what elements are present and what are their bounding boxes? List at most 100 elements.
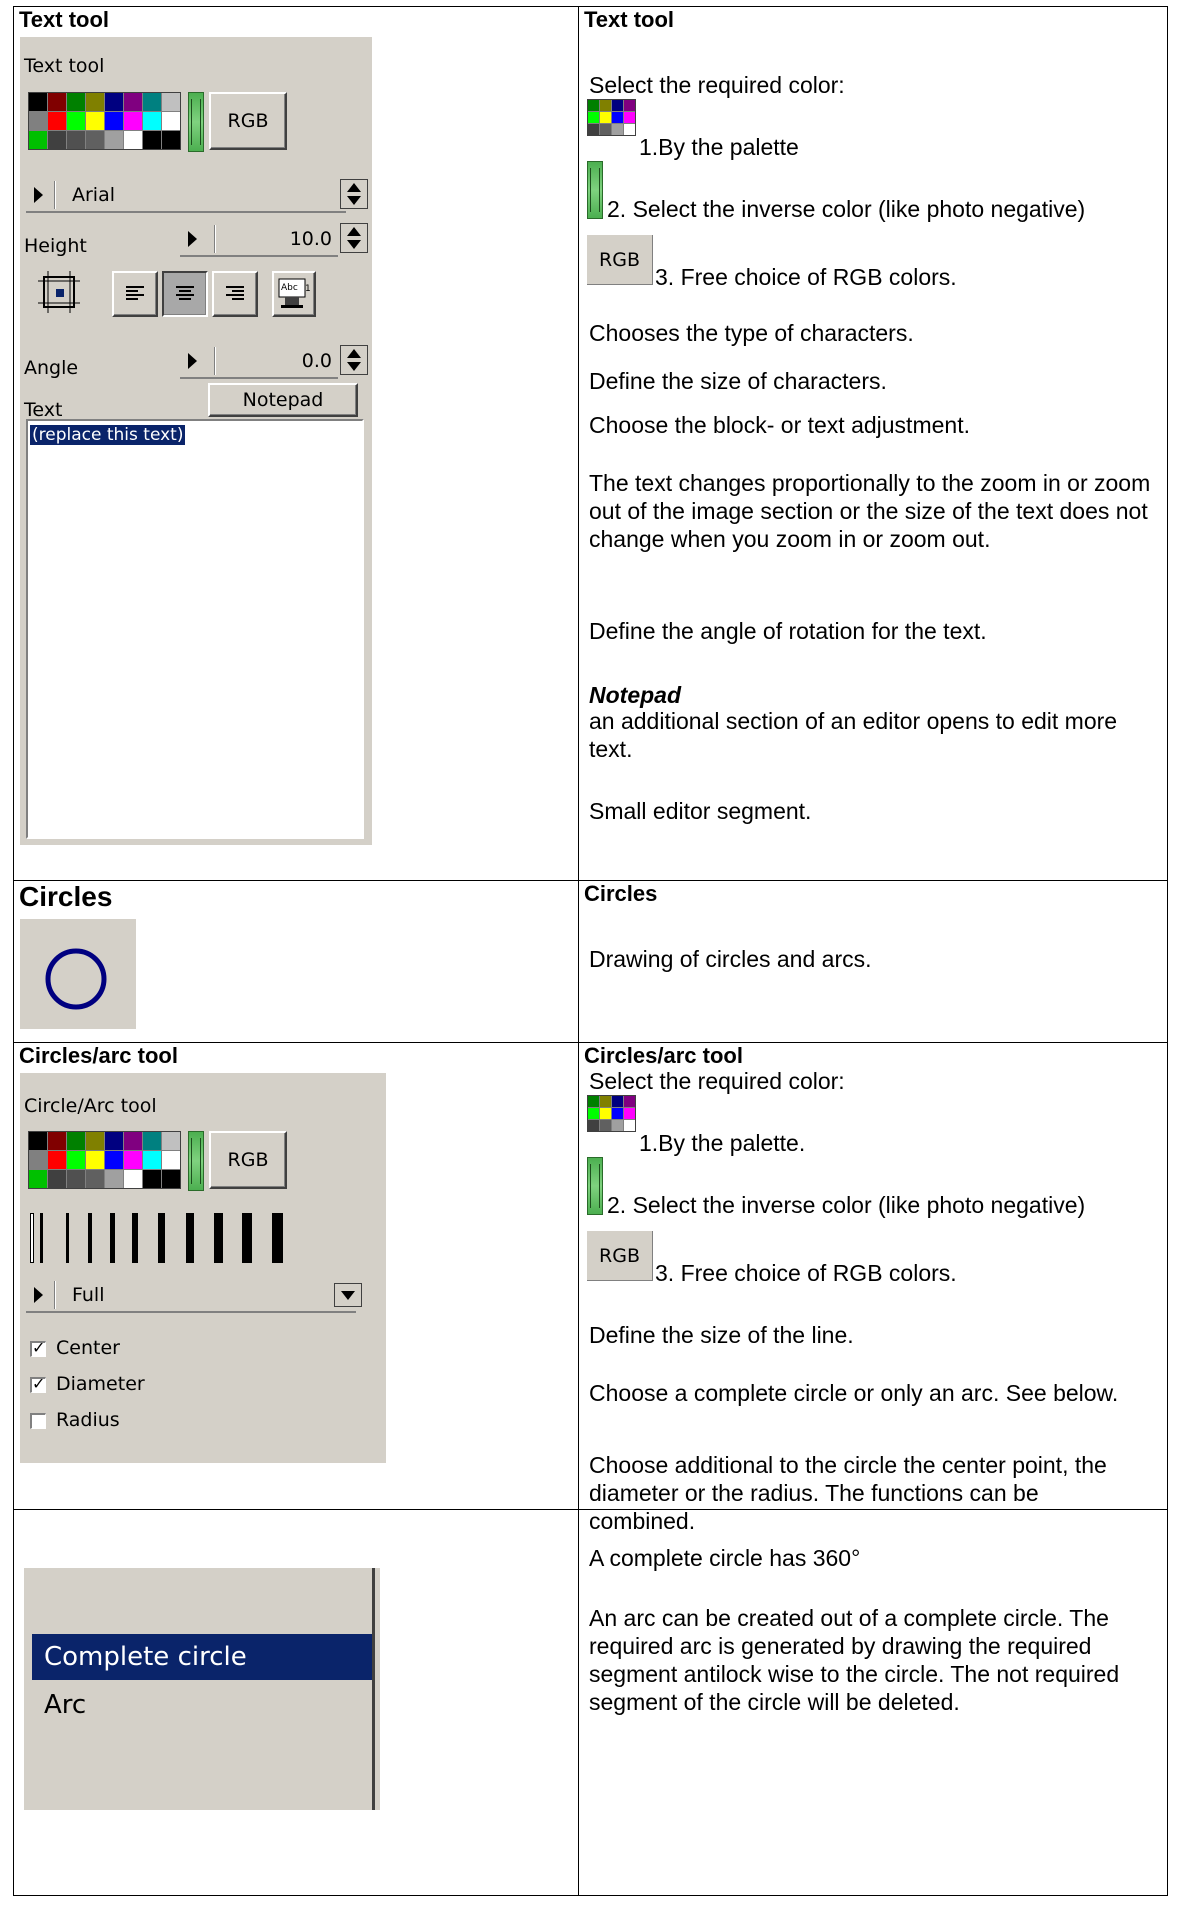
palette-swatch[interactable] [143,1151,161,1169]
palette-swatch[interactable] [67,112,85,130]
palette-swatch[interactable] [162,112,180,130]
palette-swatch[interactable] [29,112,47,130]
palette-swatch[interactable] [29,1151,47,1169]
doc-table: Text tool Text tool RGB Arial Height 10.… [13,6,1168,1896]
palette-swatch[interactable] [143,1170,161,1188]
palette-swatch[interactable] [48,131,66,149]
palette-swatch[interactable] [162,93,180,111]
mini-palette-swatch [612,112,623,123]
palette-swatch[interactable] [105,1170,123,1188]
menu-item-complete-circle[interactable]: Complete circle [32,1634,372,1680]
palette-swatch[interactable] [105,1151,123,1169]
inverse-color-icon [587,161,603,219]
palette-swatch[interactable] [143,112,161,130]
color-palette[interactable] [28,1131,181,1189]
zoom-text-button[interactable]: Abc 1 [272,271,316,317]
palette-swatch[interactable] [124,93,142,111]
palette-swatch[interactable] [86,1151,104,1169]
document: Text tool Text tool RGB Arial Height 10.… [0,0,1183,1919]
palette-swatch[interactable] [86,93,104,111]
palette-swatch[interactable] [67,93,85,111]
text-tool-right-cell: Text tool Select the required color: 1.B… [578,6,1168,881]
mode-dropdown[interactable]: Full [26,1277,356,1313]
palette-swatch[interactable] [143,131,161,149]
align-center-button[interactable] [162,271,208,317]
angle-value: 0.0 [301,350,332,372]
palette-swatch[interactable] [86,1170,104,1188]
palette-swatch[interactable] [105,112,123,130]
font-dropdown[interactable]: Arial [26,177,346,213]
play-icon [34,1287,43,1303]
arc-mode-menu: Complete circle Arc [24,1568,380,1810]
align-right-button[interactable] [212,271,258,317]
palette-swatch[interactable] [48,1132,66,1150]
circle-icon [45,948,107,1010]
palette-swatch[interactable] [29,131,47,149]
circles-left-cell: Circles [13,880,579,1043]
palette-swatch[interactable] [48,93,66,111]
palette-swatch[interactable] [67,1151,85,1169]
rgb-button[interactable]: RGB [209,1131,287,1189]
diameter-checkbox[interactable] [30,1374,46,1393]
palette-swatch[interactable] [48,112,66,130]
block-align-icon[interactable] [36,269,82,315]
font-spinner[interactable] [340,179,368,209]
palette-swatch[interactable] [124,1170,142,1188]
mode-dropdown-arrow[interactable] [334,1283,362,1307]
palette-swatch[interactable] [143,1132,161,1150]
inverse-color-icon[interactable] [188,1131,204,1191]
palette-swatch[interactable] [29,1132,47,1150]
mini-palette-swatch [588,100,599,111]
circles-right-header: Circles [584,881,658,906]
palette-swatch[interactable] [86,112,104,130]
palette-swatch[interactable] [124,1151,142,1169]
palette-swatch[interactable] [105,1132,123,1150]
line-size-text: Define the size of the line. [589,1322,854,1348]
menu-item-arc[interactable]: Arc [44,1690,86,1720]
align-left-button[interactable] [112,271,158,317]
height-spinner[interactable] [340,223,368,253]
height-field[interactable]: 10.0 [180,221,338,257]
mini-palette-swatch [600,1108,611,1119]
angle-spinner[interactable] [340,345,368,375]
mini-palette-icon [587,1095,636,1132]
chars-type-text: Chooses the type of characters. [589,320,914,346]
palette-swatch[interactable] [29,1170,47,1188]
palette-swatch[interactable] [86,1132,104,1150]
angle-field[interactable]: 0.0 [180,343,338,379]
palette-swatch[interactable] [67,131,85,149]
palette-swatch[interactable] [105,93,123,111]
arc-menu-left-cell: Complete circle Arc [13,1509,579,1896]
palette-swatch[interactable] [67,1132,85,1150]
palette-swatch[interactable] [48,1170,66,1188]
mini-palette-swatch [612,100,623,111]
palette-swatch[interactable] [124,1132,142,1150]
rgb-button[interactable]: RGB [209,92,287,150]
palette-swatch[interactable] [162,1132,180,1150]
align-right-icon [226,286,244,300]
palette-swatch[interactable] [124,131,142,149]
palette-swatch[interactable] [86,131,104,149]
line-width-selector[interactable] [26,1213,306,1263]
palette-swatch[interactable] [162,1151,180,1169]
color-palette[interactable] [28,92,181,150]
palette-swatch[interactable] [105,131,123,149]
palette-swatch[interactable] [48,1151,66,1169]
circle-tool-right-cell: Circles/arc tool Select the required col… [578,1042,1168,1534]
inverse-color-icon[interactable] [188,92,204,152]
font-value: Arial [72,184,116,206]
palette-swatch[interactable] [143,93,161,111]
radius-label: Radius [56,1409,120,1431]
palette-swatch[interactable] [67,1170,85,1188]
circle-tool-icon[interactable] [20,919,136,1029]
center-checkbox[interactable] [30,1338,46,1357]
palette-swatch[interactable] [29,93,47,111]
diameter-label: Diameter [56,1373,145,1395]
inverse-text: 2. Select the inverse color (like photo … [607,196,1086,222]
notepad-button[interactable]: Notepad [208,383,358,417]
palette-swatch[interactable] [162,131,180,149]
text-input[interactable]: (replace this text) [26,419,364,839]
palette-swatch[interactable] [124,112,142,130]
palette-swatch[interactable] [162,1170,180,1188]
radius-checkbox[interactable] [30,1413,46,1429]
